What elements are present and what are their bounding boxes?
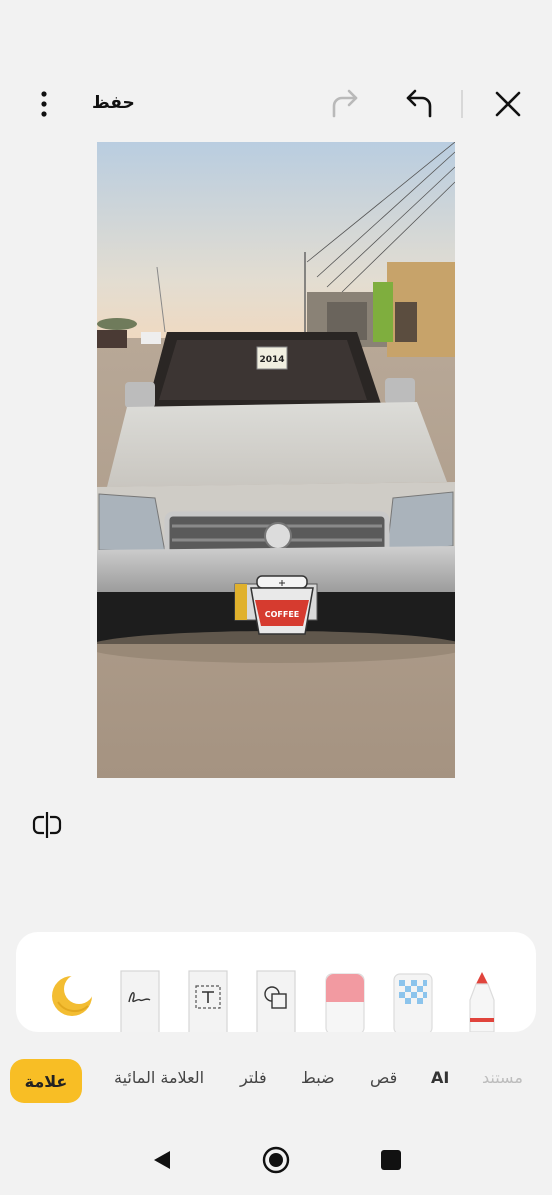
more-options-button[interactable]: [28, 88, 60, 120]
undo-button[interactable]: [400, 86, 436, 122]
coffee-sticker[interactable]: COFFEE: [250, 575, 314, 635]
sticker-text: COFFEE: [265, 610, 300, 619]
tool-signature[interactable]: [120, 970, 160, 1032]
undo-icon: [406, 89, 432, 118]
signature-icon: [120, 970, 160, 1032]
text-box-icon: [188, 970, 228, 1032]
compare-icon: [32, 812, 62, 838]
back-icon[interactable]: [150, 1148, 174, 1172]
car-photo: 2014 COFFEE: [97, 142, 455, 778]
mosaic-icon: [393, 973, 433, 1032]
tool-eraser[interactable]: [325, 970, 365, 1032]
close-button[interactable]: [490, 86, 526, 122]
photo-canvas[interactable]: 2014 COFFEE: [97, 142, 455, 778]
tab-filter[interactable]: فلتر: [240, 1068, 267, 1087]
system-navigation-bar: [0, 1124, 552, 1195]
tool-mosaic[interactable]: [393, 970, 433, 1032]
tab-adjust[interactable]: ضبط: [301, 1068, 335, 1087]
close-icon: [495, 91, 521, 117]
tool-panel: [16, 932, 536, 1032]
redo-button[interactable]: [328, 86, 364, 122]
toolbar-divider: [461, 90, 463, 118]
recents-icon[interactable]: [380, 1149, 402, 1171]
compare-button[interactable]: [30, 808, 64, 842]
eraser-icon: [325, 973, 365, 1032]
tab-document[interactable]: مستند: [482, 1068, 523, 1087]
shape-icon: [256, 970, 296, 1032]
marker-icon: [469, 972, 495, 1032]
more-icon: [41, 91, 47, 117]
tool-shape[interactable]: [256, 970, 296, 1032]
windshield-sticker-text: 2014: [259, 355, 284, 365]
home-icon[interactable]: [261, 1145, 291, 1175]
tool-text-box[interactable]: [188, 970, 228, 1032]
tab-ai[interactable]: AI: [431, 1068, 449, 1087]
redo-icon: [332, 89, 358, 118]
tab-crop[interactable]: قص: [370, 1068, 397, 1087]
tab-mark-active[interactable]: علامة: [10, 1059, 82, 1103]
save-button[interactable]: حفظ: [92, 90, 135, 116]
tab-watermark[interactable]: العلامة المائية: [114, 1068, 204, 1087]
moon-sticker-icon: [52, 974, 94, 1016]
tool-moon-sticker[interactable]: [48, 972, 96, 1022]
tool-marker[interactable]: [462, 970, 502, 1032]
